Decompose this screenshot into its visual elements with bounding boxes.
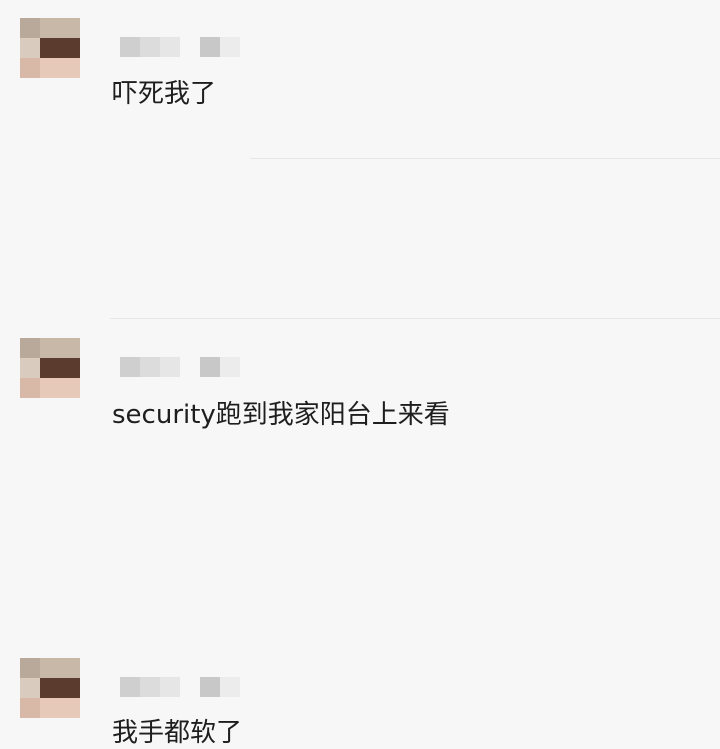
blurred-meta-bar bbox=[200, 37, 240, 57]
blurred-username-bar bbox=[120, 677, 180, 697]
avatar-pixel bbox=[20, 658, 40, 678]
blurred-meta-bar bbox=[200, 677, 240, 697]
avatar-pixel bbox=[40, 678, 80, 698]
comment-divider bbox=[110, 318, 720, 319]
blurred-username[interactable] bbox=[120, 677, 240, 697]
avatar[interactable] bbox=[20, 18, 80, 78]
avatar-pixel bbox=[20, 698, 40, 718]
avatar-pixel bbox=[40, 18, 80, 38]
comment-item: 我手都软了 bbox=[0, 320, 720, 748]
avatar-pixel bbox=[20, 58, 40, 78]
blurred-username-bar bbox=[120, 37, 180, 57]
comment-text: 吓死我了 bbox=[112, 79, 217, 109]
avatar-pixel bbox=[40, 38, 80, 58]
avatar-pixel bbox=[40, 58, 80, 78]
avatar-pixel bbox=[20, 18, 40, 38]
comment-item: 吓死我了 bbox=[0, 0, 720, 160]
avatar-pixel bbox=[40, 658, 80, 678]
comment-item: security跑到我家阳台上来看 bbox=[0, 160, 720, 430]
avatar-pixel bbox=[20, 678, 40, 698]
avatar-pixel bbox=[20, 38, 40, 58]
comment-text: 我手都软了 bbox=[112, 718, 243, 748]
avatar[interactable] bbox=[20, 658, 80, 718]
comment-divider bbox=[250, 158, 720, 159]
avatar-pixel bbox=[40, 698, 80, 718]
blurred-username[interactable] bbox=[120, 37, 240, 57]
